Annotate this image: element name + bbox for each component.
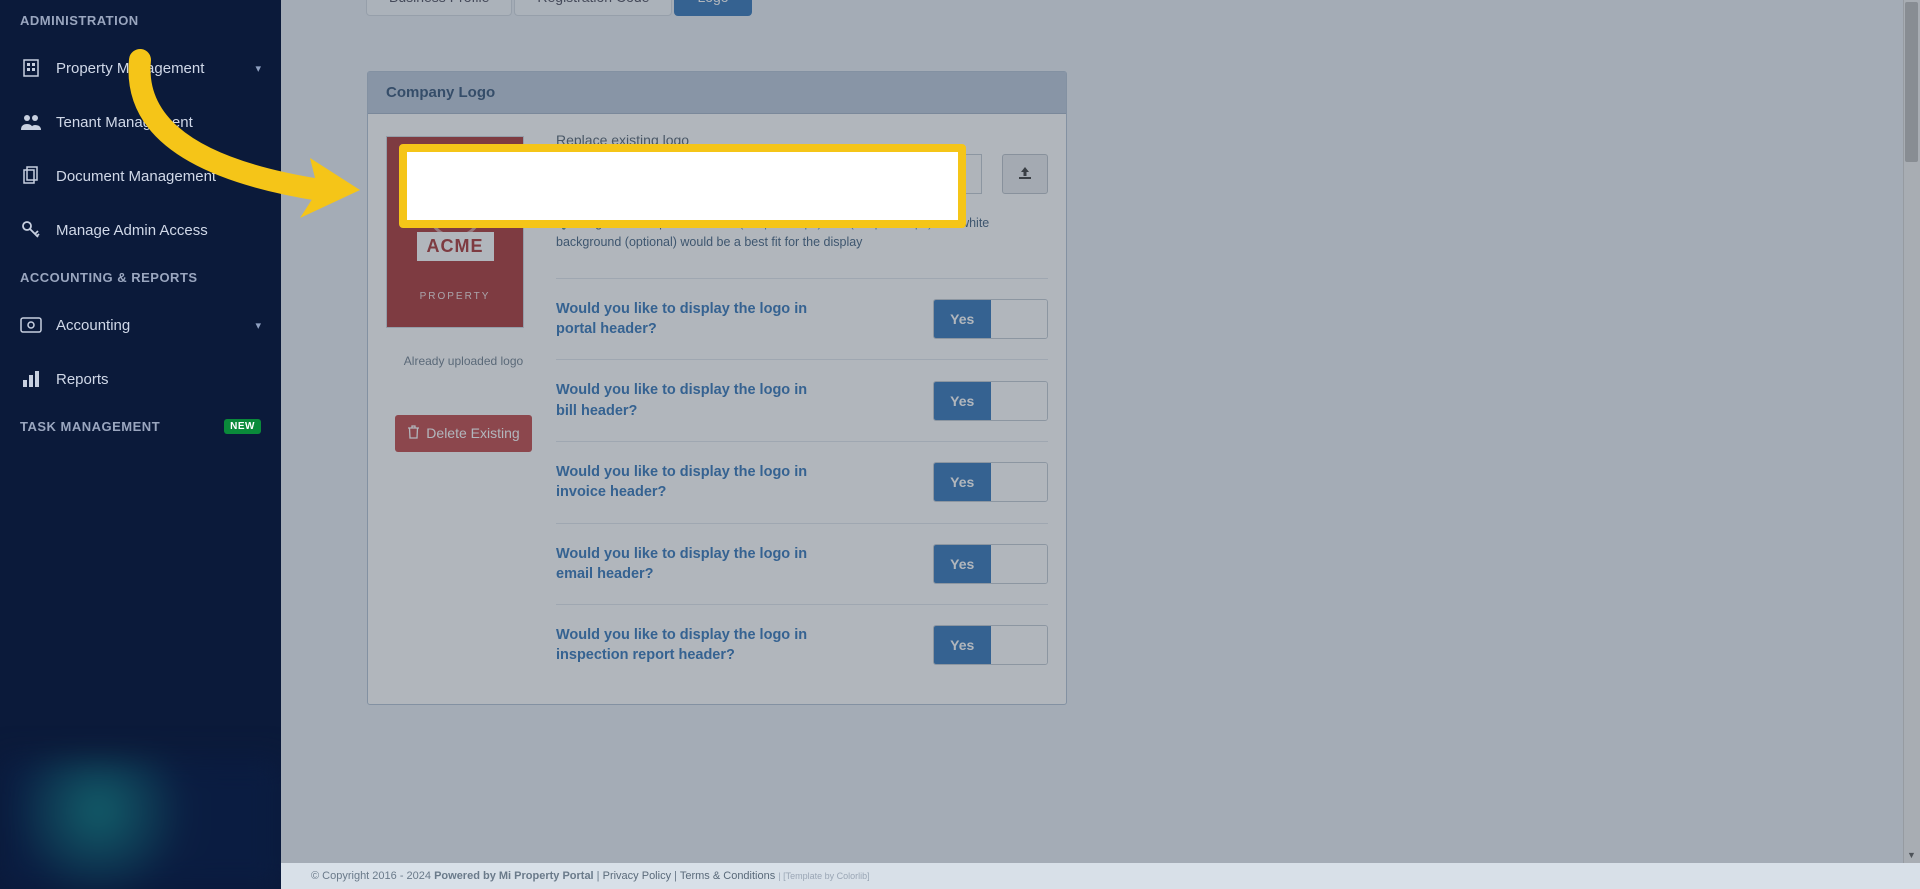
chevron-down-icon: ▾ (255, 62, 261, 75)
question-inspection-header: Would you like to display the logo in in… (556, 604, 1048, 686)
main-content: Business Profile Registration Code Logo … (281, 0, 1920, 889)
sidebar-section-task-management: TASK MANAGEMENT NEW (0, 406, 281, 447)
sidebar-section-accounting: ACCOUNTING & REPORTS (0, 257, 281, 298)
users-icon (20, 111, 42, 133)
sidebar-item-tenant-management[interactable]: Tenant Management (0, 95, 281, 149)
toggle-no (991, 626, 1048, 664)
tabs: Business Profile Registration Code Logo (366, 0, 1920, 16)
key-icon (20, 219, 42, 241)
sidebar-item-reports[interactable]: Reports (0, 352, 281, 406)
money-icon (20, 314, 42, 336)
scrollbar[interactable]: ▲ ▼ (1903, 0, 1920, 863)
sidebar-item-label: Property Management (56, 60, 204, 77)
question-portal-header: Would you like to display the logo in po… (556, 278, 1048, 360)
footer-powered: Powered by Mi Property Portal (434, 870, 594, 882)
building-icon (20, 57, 42, 79)
toggle-no (991, 382, 1048, 420)
delete-existing-button[interactable]: Delete Existing (395, 415, 531, 452)
question-text: Would you like to display the logo in bi… (556, 380, 826, 421)
tab-business-profile[interactable]: Business Profile (366, 0, 512, 16)
toggle-yes: Yes (934, 626, 991, 664)
bar-chart-icon (20, 368, 42, 390)
files-icon (20, 165, 42, 187)
panel-title: Company Logo (368, 72, 1066, 114)
sidebar-item-label: Tenant Management (56, 114, 193, 131)
toggle-yes: Yes (934, 545, 991, 583)
trash-icon (407, 425, 420, 442)
upload-icon (1017, 166, 1033, 183)
highlight-logo-strip (417, 155, 562, 217)
toggle-invoice-header[interactable]: Yes (933, 462, 1048, 502)
question-text: Would you like to display the logo in em… (556, 544, 826, 585)
toggle-portal-header[interactable]: Yes (933, 299, 1048, 339)
toggle-no (991, 545, 1048, 583)
question-invoice-header: Would you like to display the logo in in… (556, 441, 1048, 523)
delete-button-label: Delete Existing (426, 425, 519, 441)
sidebar-item-document-management[interactable]: Document Management (0, 149, 281, 203)
toggle-yes: Yes (934, 300, 991, 338)
highlight-region: Choose File (407, 152, 958, 220)
sidebar: ADMINISTRATION Property Management ▾ Ten… (0, 0, 281, 889)
logo-brand-text: ACME (417, 232, 494, 261)
upload-icon (917, 178, 933, 195)
sidebar-blurred-region (0, 759, 281, 889)
new-badge: NEW (224, 419, 261, 434)
sidebar-item-label: Manage Admin Access (56, 222, 208, 239)
toggle-email-header[interactable]: Yes (933, 544, 1048, 584)
question-email-header: Would you like to display the logo in em… (556, 523, 1048, 605)
logo-caption: Already uploaded logo (386, 353, 541, 370)
upload-button[interactable] (1002, 154, 1048, 194)
question-text: Would you like to display the logo in in… (556, 625, 826, 666)
highlight-upload-button[interactable] (902, 166, 948, 206)
sidebar-item-label: Reports (56, 371, 109, 388)
toggle-yes: Yes (934, 463, 991, 501)
question-bill-header: Would you like to display the logo in bi… (556, 359, 1048, 441)
chevron-down-icon: ▾ (255, 319, 261, 332)
toggle-yes: Yes (934, 382, 991, 420)
footer-copyright: © Copyright 2016 - 2024 (311, 870, 431, 882)
sidebar-item-manage-admin-access[interactable]: Manage Admin Access (0, 203, 281, 257)
footer-template: | [Template by Colorlib] (778, 871, 869, 881)
sidebar-item-accounting[interactable]: Accounting ▾ (0, 298, 281, 352)
tab-registration-code[interactable]: Registration Code (514, 0, 672, 16)
sidebar-item-property-management[interactable]: Property Management ▾ (0, 41, 281, 95)
footer: © Copyright 2016 - 2024 Powered by Mi Pr… (281, 863, 1920, 889)
question-text: Would you like to display the logo in po… (556, 299, 826, 340)
replace-label: Replace existing logo (556, 132, 1048, 148)
footer-terms-link[interactable]: Terms & Conditions (680, 870, 775, 882)
highlight-file-input[interactable]: Choose File (561, 166, 877, 206)
sidebar-item-label: Accounting (56, 317, 130, 334)
sidebar-section-administration: ADMINISTRATION (0, 0, 281, 41)
toggle-no (991, 463, 1048, 501)
sidebar-section-label: TASK MANAGEMENT (20, 419, 160, 434)
sidebar-item-label: Document Management (56, 168, 216, 185)
toggle-no (991, 300, 1048, 338)
logo-sub-text: PROPERTY (420, 291, 491, 302)
scrollbar-thumb[interactable] (1905, 2, 1918, 162)
toggle-inspection-header[interactable]: Yes (933, 625, 1048, 665)
footer-privacy-link[interactable]: Privacy Policy (603, 870, 671, 882)
scroll-down-icon[interactable]: ▼ (1903, 846, 1920, 863)
question-text: Would you like to display the logo in in… (556, 462, 826, 503)
toggle-bill-header[interactable]: Yes (933, 381, 1048, 421)
tab-logo[interactable]: Logo (674, 0, 751, 16)
